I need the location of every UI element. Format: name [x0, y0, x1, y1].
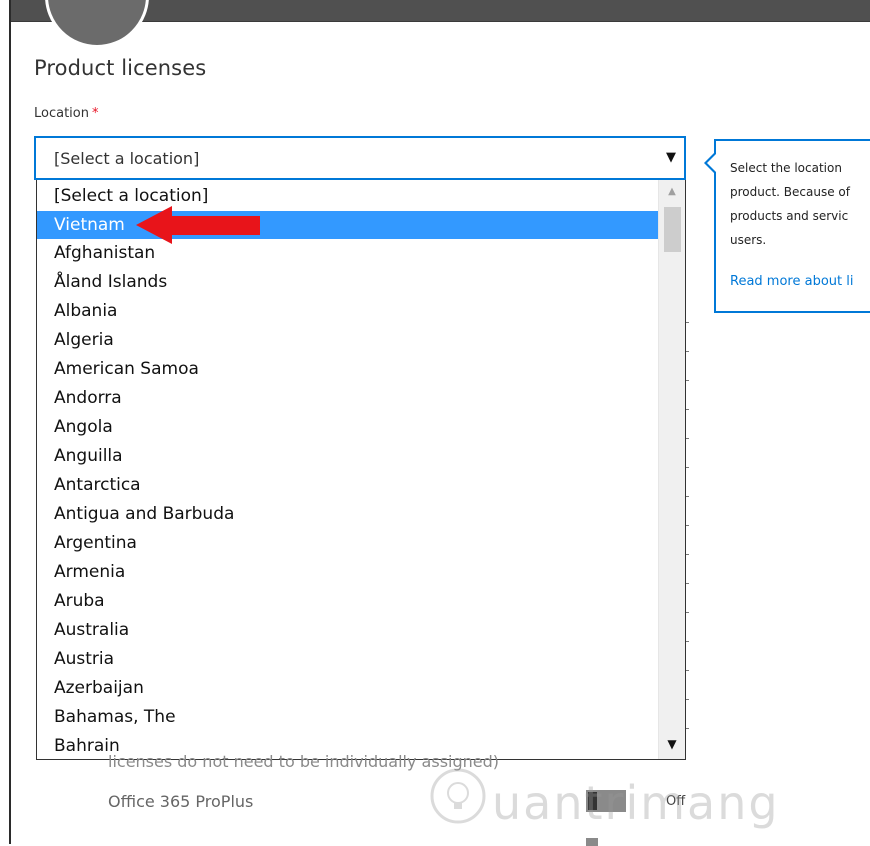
location-option-selected[interactable]: Vietnam [37, 211, 658, 239]
location-option[interactable]: Andorra [37, 384, 658, 413]
location-option[interactable]: Azerbaijan [37, 674, 658, 703]
dropdown-scrollbar[interactable]: ▲ ▼ [658, 180, 685, 759]
scrollbar-thumb[interactable] [664, 207, 681, 252]
callout-pointer-inner [707, 153, 717, 173]
red-arrow-annotation-icon [136, 206, 260, 244]
product-name-label: Office 365 ProPlus [108, 792, 254, 811]
location-option[interactable]: Bahamas, The [37, 703, 658, 732]
help-callout-text: Select the location product. Because of … [730, 161, 850, 247]
location-select[interactable]: [Select a location] ▼ [34, 136, 686, 180]
location-option[interactable]: Algeria [37, 326, 658, 355]
location-label: Location * [34, 106, 98, 121]
required-marker: * [91, 106, 99, 121]
location-option[interactable]: Argentina [37, 529, 658, 558]
location-option[interactable]: Austria [37, 645, 658, 674]
chevron-down-icon[interactable]: ▼ [666, 150, 676, 165]
top-header-bar [11, 0, 870, 48]
location-option[interactable]: Antarctica [37, 471, 658, 500]
location-option[interactable]: American Samoa [37, 355, 658, 384]
window-left-border [9, 0, 11, 844]
location-option[interactable]: Albania [37, 297, 658, 326]
page-title: Product licenses [34, 56, 207, 80]
read-more-link[interactable]: Read more about li [730, 274, 853, 289]
location-option[interactable]: Afghanistan [37, 239, 658, 268]
location-dropdown-list[interactable]: [Select a location] Vietnam Afghanistan … [36, 180, 686, 760]
avatar [45, 0, 149, 48]
help-callout: Select the location product. Because of … [704, 139, 870, 313]
location-label-text: Location [34, 106, 89, 121]
location-option[interactable]: Angola [37, 413, 658, 442]
product-toggle-next[interactable] [586, 838, 598, 846]
location-option[interactable]: Åland Islands [37, 268, 658, 297]
lightbulb-logo-icon [430, 768, 486, 824]
location-option[interactable]: Antigua and Barbuda [37, 500, 658, 529]
location-option[interactable]: Armenia [37, 558, 658, 587]
watermark: uantrimang [428, 766, 788, 836]
location-select-value: [Select a location] [54, 149, 200, 168]
location-option[interactable]: Australia [37, 616, 658, 645]
location-option[interactable]: [Select a location] [37, 182, 658, 211]
scroll-down-icon[interactable]: ▼ [659, 734, 685, 754]
location-option[interactable]: Anguilla [37, 442, 658, 471]
background-row-ticks [686, 322, 689, 742]
watermark-text: uantrimang [492, 776, 780, 830]
scroll-up-icon[interactable]: ▲ [659, 182, 685, 202]
location-option[interactable]: Aruba [37, 587, 658, 616]
location-options: [Select a location] Vietnam Afghanistan … [37, 182, 658, 759]
